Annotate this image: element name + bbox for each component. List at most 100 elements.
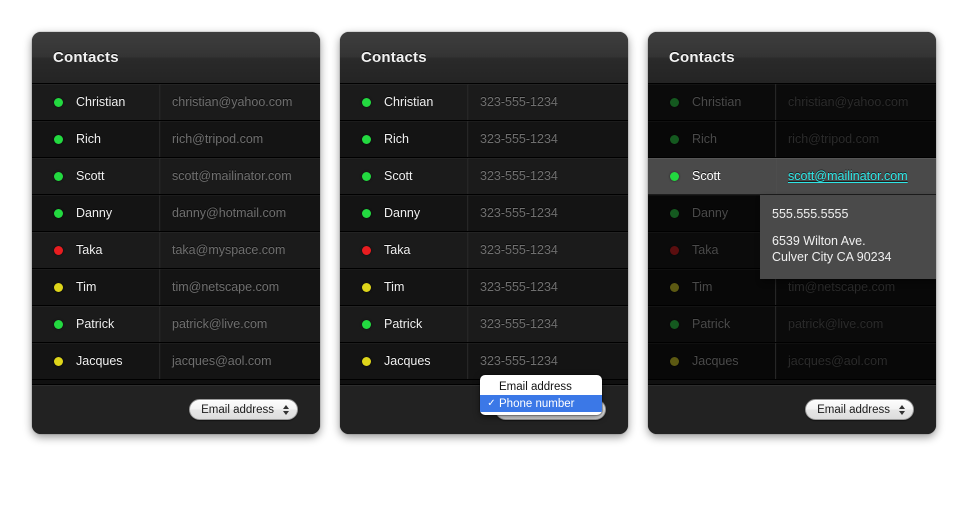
contact-detail: 323-555-1234 <box>480 354 558 368</box>
menu-item-label: Phone number <box>499 397 575 410</box>
contact-row[interactable]: Danny danny@hotmail.com <box>32 195 320 232</box>
contact-name: Scott <box>692 169 721 183</box>
status-green-icon <box>670 134 679 144</box>
contact-detail: 323-555-1234 <box>480 169 558 183</box>
contact-name: Tim <box>76 280 97 294</box>
contact-row[interactable]: Danny 323-555-1234 <box>340 195 628 232</box>
chevron-down-icon <box>899 410 905 415</box>
status-yellow-icon <box>54 356 63 366</box>
contact-row[interactable]: Taka taka@myspace.com <box>32 232 320 269</box>
contact-detail: scott@mailinator.com <box>172 169 292 183</box>
contact-row[interactable]: Rich rich@tripod.com <box>32 121 320 158</box>
status-green-icon <box>54 97 63 107</box>
panel-footer: Email address <box>648 384 936 434</box>
contact-row[interactable]: Scott scott@mailinator.com <box>648 158 936 195</box>
status-red-icon <box>670 245 679 255</box>
popover-phone: 555.555.5555 <box>772 207 849 221</box>
status-green-icon <box>54 319 63 329</box>
contact-name: Christian <box>384 95 434 109</box>
page-title: Contacts <box>361 49 427 66</box>
contact-name: Tim <box>692 280 713 294</box>
contact-name: Danny <box>384 206 421 220</box>
contact-detail: christian@yahoo.com <box>172 95 293 109</box>
contact-name: Taka <box>384 243 411 257</box>
status-yellow-icon <box>362 282 371 292</box>
status-green-icon <box>362 208 371 218</box>
panel-header: Contacts <box>648 32 936 84</box>
contact-detail: 323-555-1234 <box>480 132 558 146</box>
contact-detail: 323-555-1234 <box>480 280 558 294</box>
status-yellow-icon <box>54 282 63 292</box>
status-green-icon <box>54 208 63 218</box>
contact-row[interactable]: Rich rich@tripod.com <box>648 121 936 158</box>
page-title: Contacts <box>53 49 119 66</box>
popover-address-line-2: Culver City CA 90234 <box>772 250 892 264</box>
contact-list: Christian 323-555-1234 Rich 323-555-1234 Sco… <box>340 84 628 384</box>
contact-name: Rich <box>692 132 718 146</box>
chevron-up-icon <box>283 404 289 409</box>
contact-row[interactable]: Christian christian@yahoo.com <box>32 84 320 121</box>
contact-row[interactable]: Rich 323-555-1234 <box>340 121 628 158</box>
detail-mode-select-value: Email address <box>201 403 274 416</box>
status-green-icon <box>362 319 371 329</box>
status-yellow-icon <box>362 356 371 366</box>
contact-row[interactable]: Tim 323-555-1234 <box>340 269 628 306</box>
status-red-icon <box>54 245 63 255</box>
contact-detail: rich@tripod.com <box>172 132 264 146</box>
contact-row[interactable]: Christian christian@yahoo.com <box>648 84 936 121</box>
contact-detail: jacques@aol.com <box>172 354 272 368</box>
contact-detail: 323-555-1234 <box>480 206 558 220</box>
contact-name: Rich <box>384 132 410 146</box>
contact-detail: tim@netscape.com <box>172 280 280 294</box>
contact-detail: rich@tripod.com <box>788 132 880 146</box>
contact-name: Patrick <box>76 317 115 331</box>
contact-row[interactable]: Christian 323-555-1234 <box>340 84 628 121</box>
detail-mode-select[interactable]: Email address <box>805 399 914 420</box>
contact-detail: taka@myspace.com <box>172 243 286 257</box>
contact-detail: tim@netscape.com <box>788 280 896 294</box>
contact-row[interactable]: Jacques jacques@aol.com <box>32 343 320 380</box>
contact-name: Patrick <box>692 317 731 331</box>
popover-address-line-1: 6539 Wilton Ave. <box>772 234 866 248</box>
contact-row[interactable]: Scott scott@mailinator.com <box>32 158 320 195</box>
contact-row[interactable]: Tim tim@netscape.com <box>32 269 320 306</box>
menu-item[interactable]: Email address <box>480 378 602 395</box>
contact-row[interactable]: Patrick patrick@live.com <box>32 306 320 343</box>
status-yellow-icon <box>670 282 679 292</box>
contact-detail: patrick@live.com <box>172 317 268 331</box>
status-green-icon <box>54 134 63 144</box>
detail-mode-select[interactable]: Email address <box>189 399 298 420</box>
contact-row[interactable]: Jacques jacques@aol.com <box>648 343 936 380</box>
contact-name: Christian <box>692 95 742 109</box>
panel-header: Contacts <box>32 32 320 84</box>
contact-row[interactable]: Scott 323-555-1234 <box>340 158 628 195</box>
contact-detail: 323-555-1234 <box>480 95 558 109</box>
chevron-down-icon <box>283 410 289 415</box>
contact-name: Jacques <box>692 354 739 368</box>
contact-name: Rich <box>76 132 102 146</box>
contact-detail: patrick@live.com <box>788 317 884 331</box>
contact-name: Christian <box>76 95 126 109</box>
status-green-icon <box>670 319 679 329</box>
detail-mode-select-value: Email address <box>817 403 890 416</box>
menu-item-label: Email address <box>499 380 572 393</box>
contact-row[interactable]: Taka 323-555-1234 <box>340 232 628 269</box>
contacts-panel-panel-email: Contacts Christian christian@yahoo.com Rich… <box>32 32 320 434</box>
menu-item[interactable]: ✓ Phone number <box>480 395 602 412</box>
contact-detail: danny@hotmail.com <box>172 206 287 220</box>
contact-email-link[interactable]: scott@mailinator.com <box>776 169 936 183</box>
status-yellow-icon <box>670 356 679 366</box>
status-red-icon <box>362 245 371 255</box>
panel-footer: Email address <box>32 384 320 434</box>
status-green-icon <box>670 208 679 218</box>
status-green-icon <box>670 97 679 107</box>
detail-mode-dropdown-menu[interactable]: Email address ✓ Phone number <box>480 375 602 415</box>
contact-list: Christian christian@yahoo.com Rich rich@tri… <box>32 84 320 384</box>
contact-detail: 323-555-1234 <box>480 243 558 257</box>
contact-row[interactable]: Patrick patrick@live.com <box>648 306 936 343</box>
contact-row[interactable]: Patrick 323-555-1234 <box>340 306 628 343</box>
status-green-icon <box>54 171 63 181</box>
contact-name: Tim <box>384 280 405 294</box>
chevron-up-icon <box>899 404 905 409</box>
contact-list: Christian christian@yahoo.com Rich rich@tri… <box>648 84 936 384</box>
